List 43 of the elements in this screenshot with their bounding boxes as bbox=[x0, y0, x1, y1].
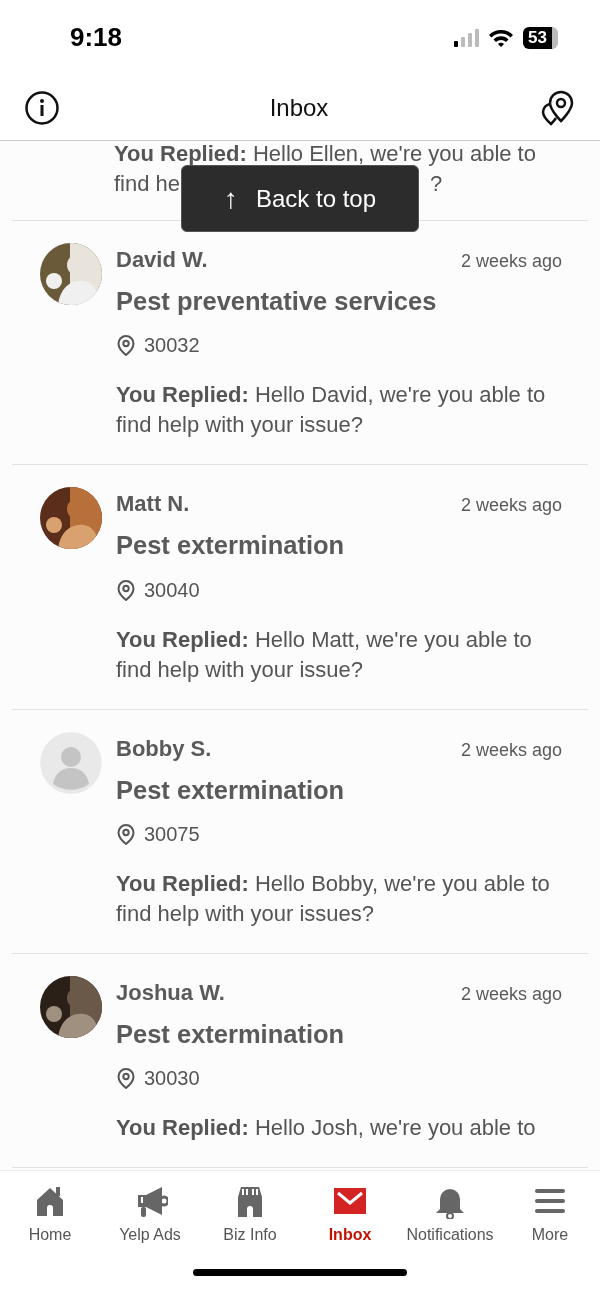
battery-indicator: 53 bbox=[523, 26, 558, 49]
location-pin-icon bbox=[116, 578, 136, 601]
tab-bar-item[interactable]: Notifications bbox=[400, 1171, 500, 1265]
service-title: Pest extermination bbox=[116, 774, 346, 806]
signal-icon bbox=[453, 28, 480, 47]
info-icon bbox=[24, 89, 60, 126]
wifi-icon bbox=[487, 27, 516, 48]
message-time: 2 weeks ago bbox=[460, 738, 562, 762]
reply-preview: find he bbox=[114, 172, 181, 196]
info-button[interactable] bbox=[24, 89, 60, 126]
reply-preview: You Replied: Hello Josh, we're you able to bbox=[116, 1114, 537, 1142]
reply-preview: You Replied: Hello Matt, we're you able to find help with your issue? bbox=[116, 625, 533, 684]
tab-bar-item[interactable]: More bbox=[500, 1171, 600, 1265]
service-title: Pest extermination bbox=[116, 1018, 346, 1050]
message-time: 2 weeks ago bbox=[460, 494, 562, 518]
location-pin-icon bbox=[116, 822, 136, 845]
location-pin-icon bbox=[116, 334, 136, 357]
reply-preview: You Replied: Hello David, we're you able to find help with your issue? bbox=[116, 381, 547, 440]
back-to-top-button[interactable]: ↑ Back to top bbox=[181, 165, 419, 232]
sender-name: Joshua W. bbox=[116, 978, 225, 1007]
sender-name: Matt N. bbox=[116, 490, 190, 519]
tab-bar-item[interactable]: Yelp Ads bbox=[100, 1171, 200, 1265]
reply-preview: You Replied: Hello Ellen, we're you able to bbox=[114, 142, 537, 166]
reply-preview: ? bbox=[430, 172, 443, 196]
service-title: Pest preventative services bbox=[116, 286, 438, 317]
tab-bar-item[interactable]: Inbox bbox=[300, 1171, 400, 1265]
zip-code: 30075 bbox=[144, 821, 200, 847]
clock-time: 9:18 bbox=[70, 21, 123, 54]
sender-name: Bobby S. bbox=[116, 734, 212, 763]
message-time: 2 weeks ago bbox=[460, 250, 562, 273]
zip-code: 30032 bbox=[144, 333, 200, 359]
tab-bar-item[interactable]: Biz Info bbox=[200, 1171, 300, 1265]
zip-code: 30040 bbox=[144, 577, 200, 603]
sender-name: David W. bbox=[116, 246, 208, 274]
message-time: 2 weeks ago bbox=[460, 982, 562, 1006]
avatar-icon bbox=[40, 731, 102, 794]
reply-preview: You Replied: Hello Bobby, we're you able to find help with your issues? bbox=[116, 869, 551, 928]
screen-title: Inbox bbox=[269, 92, 329, 123]
service-title: Pest extermination bbox=[116, 530, 346, 562]
tab-bar-item[interactable]: Home bbox=[0, 1171, 100, 1265]
zip-code: 30030 bbox=[144, 1066, 200, 1091]
arrow-up-icon: ↑ bbox=[223, 177, 238, 220]
location-pin-icon bbox=[116, 1067, 136, 1089]
